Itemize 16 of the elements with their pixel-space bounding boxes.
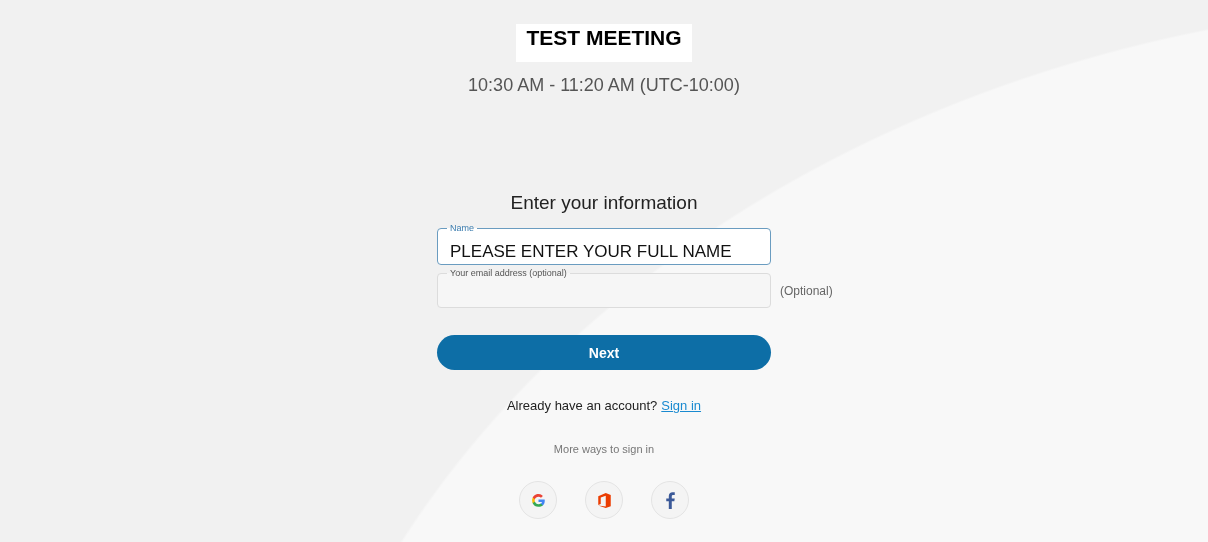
facebook-button[interactable] [651, 481, 689, 519]
more-ways-label: More ways to sign in [553, 443, 655, 455]
office-button[interactable] [585, 481, 623, 519]
field-label: Name [447, 223, 477, 233]
field-label: Your email address (optional) [447, 268, 570, 278]
sign-in-link[interactable]: Sign in [661, 398, 702, 413]
google-icon [530, 492, 546, 508]
office-icon [597, 492, 611, 508]
meeting-title: TEST MEETING [516, 24, 692, 62]
facebook-icon [665, 491, 675, 509]
google-button[interactable] [519, 481, 557, 519]
meeting-time: 10:30 AM - 11:20 AM (UTC-10:00) [468, 75, 740, 96]
form-heading: Enter your information [510, 192, 698, 214]
next-button[interactable]: Next [437, 335, 771, 370]
account-prompt: Already have an account? [506, 398, 658, 413]
optional-label: (Optional) [780, 284, 833, 298]
